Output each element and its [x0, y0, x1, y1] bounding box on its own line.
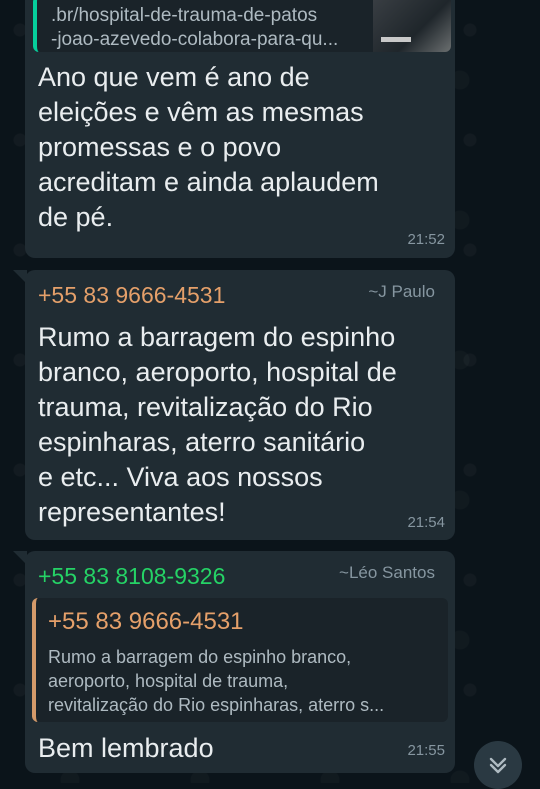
link-thumbnail: [373, 0, 451, 52]
message-time: 21:54: [407, 514, 445, 531]
link-url[interactable]: .br/hospital-de-trauma-de-patos -joao-az…: [51, 4, 351, 52]
message-bubble[interactable]: +55 83 8108-9326 ~Léo Santos +55 83 9666…: [13, 551, 455, 773]
scroll-to-bottom-button[interactable]: [474, 741, 522, 789]
message-text: Ano que vem é ano de eleições e vêm as m…: [38, 62, 379, 232]
sender-phone[interactable]: +55 83 8108-9326: [38, 563, 225, 590]
quoted-sender: +55 83 9666-4531: [48, 608, 244, 635]
message-text: Rumo a barragem do espinho branco, aerop…: [38, 322, 397, 527]
message-text: Bem lembrado: [38, 733, 214, 763]
message-time: 21:55: [407, 742, 445, 759]
bubble-tail: [13, 551, 27, 565]
link-preview[interactable]: .br/hospital-de-trauma-de-patos -joao-az…: [33, 0, 451, 52]
sender-alias: ~J Paulo: [368, 282, 435, 301]
message-time: 21:52: [407, 231, 445, 248]
quoted-text: Rumo a barragem do espinho branco, aerop…: [48, 647, 385, 715]
message-bubble[interactable]: +55 83 9666-4531 ~J Paulo Rumo a barrage…: [13, 270, 455, 540]
chevron-double-down-icon: [489, 757, 507, 774]
quoted-message[interactable]: +55 83 9666-4531 Rumo a barragem do espi…: [32, 598, 448, 722]
message-bubble[interactable]: .br/hospital-de-trauma-de-patos -joao-az…: [25, 0, 455, 258]
sender-alias: ~Léo Santos: [339, 563, 435, 582]
sender-phone[interactable]: +55 83 9666-4531: [38, 282, 225, 309]
bubble-tail: [13, 270, 27, 284]
